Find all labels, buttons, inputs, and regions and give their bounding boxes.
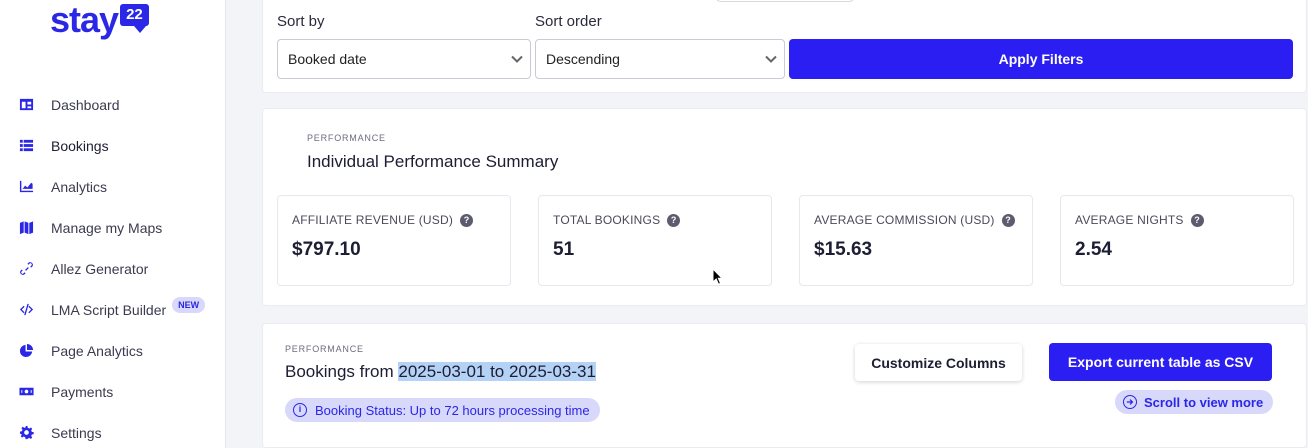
sidebar-item-label: Manage my Maps [51, 219, 163, 236]
sort-by-label: Sort by [277, 13, 325, 30]
link-icon [18, 261, 34, 277]
sidebar-item-bookings[interactable]: Bookings [0, 125, 226, 166]
stat-label: AFFILIATE REVENUE (USD) [292, 213, 454, 227]
chevron-down-icon [511, 55, 523, 63]
stat-value: $15.63 [814, 239, 873, 260]
sidebar-item-label: Settings [51, 424, 102, 441]
sidebar-item-lma-script-builder[interactable]: LMA Script Builder NEW [0, 289, 226, 330]
bookings-title: Bookings from 2025-03-01 to 2025-03-31 [285, 362, 596, 382]
export-csv-button[interactable]: Export current table as CSV [1049, 343, 1272, 381]
list-icon [18, 138, 34, 154]
sort-order-label: Sort order [535, 13, 602, 30]
stat-average-commission: AVERAGE COMMISSION (USD) ? $15.63 [799, 195, 1033, 286]
bookings-eyebrow: PERFORMANCE [285, 344, 364, 354]
bookings-card: PERFORMANCE Bookings from 2025-03-01 to … [262, 323, 1307, 448]
booking-status-pill: i Booking Status: Up to 72 hours process… [285, 398, 600, 422]
performance-summary-card: PERFORMANCE Individual Performance Summa… [262, 108, 1307, 306]
chart-icon [18, 179, 34, 195]
sort-order-value: Descending [546, 51, 620, 67]
sidebar-item-label: Allez Generator [51, 260, 149, 277]
sidebar-item-label: Dashboard [51, 96, 120, 113]
customize-columns-button[interactable]: Customize Columns [855, 344, 1022, 381]
help-icon[interactable]: ? [1001, 213, 1015, 227]
stat-value: $797.10 [292, 239, 361, 260]
stat-total-bookings: TOTAL BOOKINGS ? 51 [538, 195, 772, 286]
logo-text: stay [50, 0, 119, 40]
sort-by-value: Booked date [288, 51, 367, 67]
stat-value: 2.54 [1075, 239, 1112, 260]
sort-by-select[interactable]: Booked date [277, 39, 531, 79]
stat-label: AVERAGE NIGHTS [1075, 213, 1184, 227]
chevron-down-icon [765, 55, 777, 63]
booking-status-text: Booking Status: Up to 72 hours processin… [315, 402, 590, 418]
mouse-cursor-icon [712, 268, 724, 285]
dashboard-icon [18, 97, 34, 113]
sidebar-item-label: Page Analytics [51, 342, 143, 359]
gear-icon [18, 425, 34, 441]
arrow-right-icon [1123, 395, 1137, 409]
sort-order-select[interactable]: Descending [535, 39, 785, 79]
sidebar-item-page-analytics[interactable]: Page Analytics [0, 330, 226, 371]
pie-chart-icon [18, 343, 34, 359]
sidebar: stay 22 Dashboard Bookings Analytics Man… [0, 0, 226, 448]
sidebar-item-label: Bookings [51, 137, 109, 154]
popover-edge [715, 0, 855, 2]
sidebar-item-label: LMA Script Builder [51, 301, 167, 318]
summary-title: Individual Performance Summary [307, 152, 559, 171]
stat-average-nights: AVERAGE NIGHTS ? 2.54 [1060, 195, 1294, 286]
stat-affiliate-revenue: AFFILIATE REVENUE (USD) ? $797.10 [277, 195, 511, 286]
apply-filters-button[interactable]: Apply Filters [789, 39, 1293, 79]
sidebar-item-settings[interactable]: Settings [0, 412, 226, 448]
stay22-logo[interactable]: stay 22 [50, 2, 149, 44]
info-icon: i [293, 403, 307, 417]
bookings-title-prefix: Bookings from [285, 362, 399, 381]
stat-label: AVERAGE COMMISSION (USD) [814, 213, 995, 227]
sidebar-item-allez-generator[interactable]: Allez Generator [0, 248, 226, 289]
sidebar-item-dashboard[interactable]: Dashboard [0, 84, 226, 125]
sidebar-item-payments[interactable]: Payments [0, 371, 226, 412]
map-icon [18, 220, 34, 236]
date-range: 2025-03-01 to 2025-03-31 [398, 362, 596, 381]
help-icon[interactable]: ? [1190, 213, 1204, 227]
stat-value: 51 [553, 239, 575, 260]
new-badge: NEW [172, 296, 206, 313]
stat-label: TOTAL BOOKINGS [553, 213, 661, 227]
scroll-label: Scroll to view more [1144, 394, 1264, 410]
help-icon[interactable]: ? [460, 213, 474, 227]
sidebar-item-label: Payments [51, 383, 114, 400]
help-icon[interactable]: ? [667, 213, 681, 227]
scroll-to-view-more[interactable]: Scroll to view more [1115, 390, 1274, 414]
sidebar-item-label: Analytics [51, 178, 108, 195]
code-icon [18, 302, 34, 318]
sidebar-item-manage-maps[interactable]: Manage my Maps [0, 207, 226, 248]
summary-eyebrow: PERFORMANCE [307, 133, 386, 143]
sidebar-nav: Dashboard Bookings Analytics Manage my M… [0, 84, 226, 448]
sidebar-item-analytics[interactable]: Analytics [0, 166, 226, 207]
money-icon [18, 384, 34, 400]
logo-badge: 22 [120, 4, 149, 33]
filters-card: Sort by Booked date Sort order Descendin… [262, 0, 1307, 93]
